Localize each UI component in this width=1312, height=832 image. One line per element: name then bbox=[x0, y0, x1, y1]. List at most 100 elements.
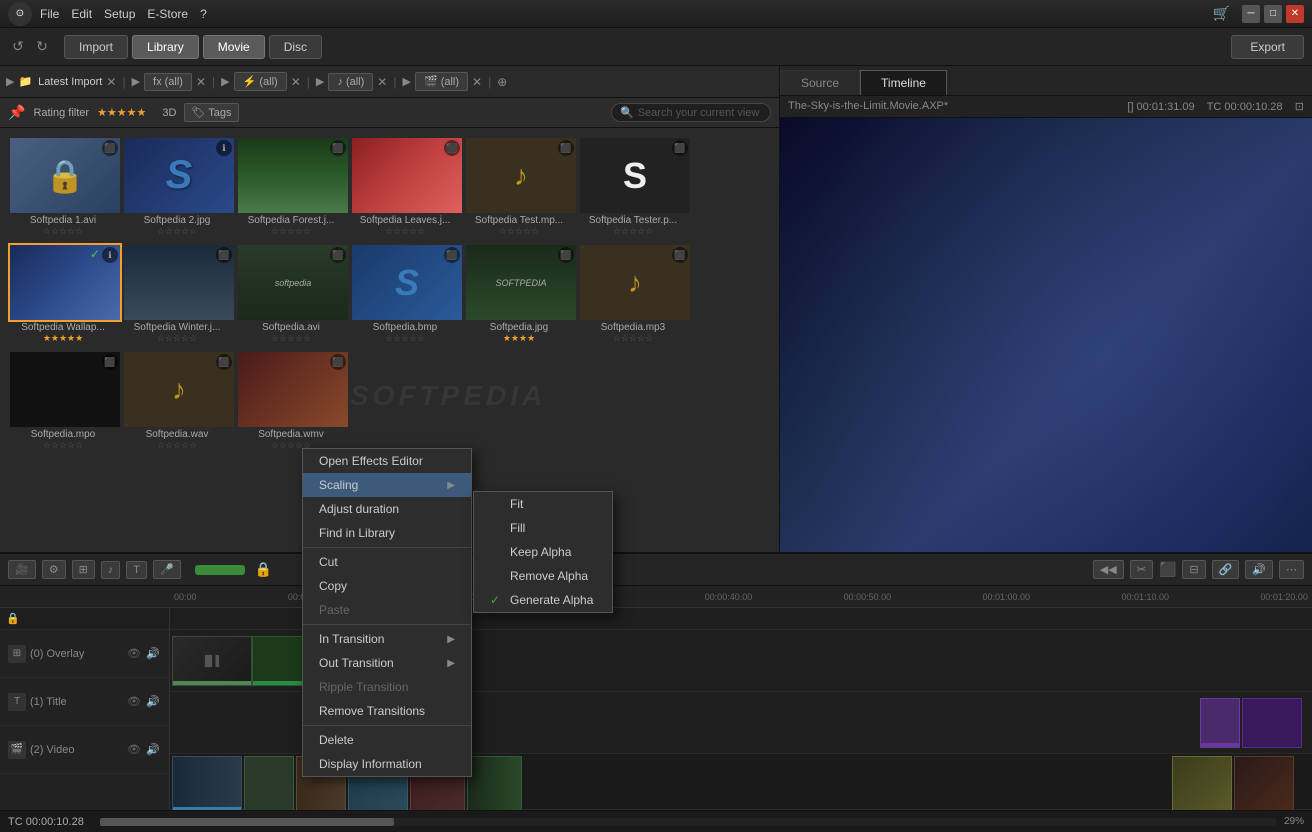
clip-arrow[interactable]: ▶ bbox=[402, 75, 410, 88]
tl-link-btn[interactable]: 🔗 bbox=[1212, 560, 1240, 579]
menu-file[interactable]: File bbox=[40, 7, 59, 21]
lightning-arrow[interactable]: ▶ bbox=[221, 75, 229, 88]
overlay-speaker[interactable]: 🔊 bbox=[145, 646, 161, 662]
minimize-button[interactable]: ─ bbox=[1242, 5, 1260, 23]
ctx-open-effects[interactable]: Open Effects Editor bbox=[303, 449, 471, 473]
media-item[interactable]: S ⬛ Softpedia.bmp ☆☆☆☆☆ bbox=[350, 243, 460, 346]
media-item[interactable]: 🔒 ⬛ Softpedia 1.avi ☆☆☆☆☆ bbox=[8, 136, 118, 239]
media-item[interactable]: ⬛ Softpedia Forest.j... ☆☆☆☆☆ bbox=[236, 136, 346, 239]
lock-icon-row[interactable]: 🔒 bbox=[6, 612, 20, 625]
library-button[interactable]: Library bbox=[132, 35, 199, 59]
ctx-display-information[interactable]: Display Information bbox=[303, 752, 471, 776]
tl-btn-settings[interactable]: ⚙ bbox=[42, 560, 66, 579]
ctx-out-transition[interactable]: Out Transition ▶ bbox=[303, 651, 471, 675]
fx-filter[interactable]: fx (all) bbox=[144, 73, 192, 91]
add-filter[interactable]: ⊕ bbox=[497, 75, 507, 89]
menu-help[interactable]: ? bbox=[200, 7, 207, 21]
video-clip-6[interactable] bbox=[467, 756, 522, 810]
overlay-eye[interactable]: 👁 bbox=[126, 646, 142, 662]
title-eye[interactable]: 👁 bbox=[126, 694, 142, 710]
submenu-generate-alpha[interactable]: ✓ Generate Alpha bbox=[474, 588, 612, 612]
fx-arrow[interactable]: ▶ bbox=[132, 75, 140, 88]
media-item[interactable]: softpedia ⬛ Softpedia.avi ☆☆☆☆☆ bbox=[236, 243, 346, 346]
tl-cut-btn[interactable]: ✂ bbox=[1130, 560, 1153, 579]
disc-button[interactable]: Disc bbox=[269, 35, 322, 59]
video-eye[interactable]: 👁 bbox=[126, 742, 142, 758]
video-clip-2[interactable] bbox=[244, 756, 294, 810]
media-item[interactable]: ♪ ⬛ Softpedia Test.mp... ☆☆☆☆☆ bbox=[464, 136, 574, 239]
pin-icon[interactable]: 📌 bbox=[8, 104, 25, 121]
submenu-fit[interactable]: Fit bbox=[474, 492, 612, 516]
ctx-adjust-duration[interactable]: Adjust duration bbox=[303, 497, 471, 521]
menu-edit[interactable]: Edit bbox=[71, 7, 92, 21]
clip-filter[interactable]: 🎬 (all) bbox=[415, 72, 468, 91]
title-bar-left: ⊙ File Edit Setup E-Store ? bbox=[8, 2, 207, 26]
lightning-close[interactable]: ✕ bbox=[291, 75, 301, 89]
expand-icon[interactable]: ⊡ bbox=[1295, 101, 1304, 113]
title-clip-2[interactable] bbox=[1200, 698, 1240, 748]
export-button[interactable]: Export bbox=[1231, 35, 1304, 59]
tl-join-btn[interactable]: ⊟ bbox=[1182, 560, 1205, 579]
cart-icon[interactable]: 🛒 bbox=[1213, 5, 1230, 23]
media-item[interactable]: ⬛ Softpedia Leaves.j... ☆☆☆☆☆ bbox=[350, 136, 460, 239]
progress-bar[interactable] bbox=[100, 818, 1276, 826]
tl-btn-voice[interactable]: 🎤 bbox=[153, 560, 181, 579]
media-item[interactable]: SOFTPEDIA ⬛ Softpedia.jpg ★★★★ bbox=[464, 243, 574, 346]
overlay-clip-1[interactable]: ▐▌▌ bbox=[172, 636, 252, 686]
latest-import-close[interactable]: ✕ bbox=[106, 75, 116, 89]
timeline-tab[interactable]: Timeline bbox=[860, 70, 947, 95]
rating-stars[interactable]: ★★★★★ bbox=[97, 106, 146, 119]
music-arrow[interactable]: ▶ bbox=[316, 75, 324, 88]
media-item[interactable]: ♪ ⬛ Softpedia.mp3 ☆☆☆☆☆ bbox=[578, 243, 688, 346]
menu-estore[interactable]: E-Store bbox=[147, 7, 188, 21]
undo-button[interactable]: ↺ bbox=[8, 38, 28, 55]
ctx-copy[interactable]: Copy bbox=[303, 574, 471, 598]
tl-btn-view[interactable]: ⊞ bbox=[72, 560, 95, 579]
video-clip-1[interactable] bbox=[172, 756, 242, 810]
media-item[interactable]: S ⬛ Softpedia Tester.p... ☆☆☆☆☆ bbox=[578, 136, 688, 239]
media-item[interactable]: ⬛ Softpedia Winter.j... ☆☆☆☆☆ bbox=[122, 243, 232, 346]
video-speaker[interactable]: 🔊 bbox=[145, 742, 161, 758]
import-button[interactable]: Import bbox=[64, 35, 128, 59]
lightning-filter[interactable]: ⚡ (all) bbox=[234, 72, 287, 91]
title-speaker[interactable]: 🔊 bbox=[145, 694, 161, 710]
submenu-remove-alpha[interactable]: Remove Alpha bbox=[474, 564, 612, 588]
tags-button[interactable]: 🏷 Tags bbox=[184, 103, 238, 122]
tl-btn-music[interactable]: ♪ bbox=[101, 561, 121, 579]
movie-button[interactable]: Movie bbox=[203, 35, 265, 59]
submenu-fill[interactable]: Fill bbox=[474, 516, 612, 540]
tl-nav-prev[interactable]: ◀◀ bbox=[1093, 560, 1124, 579]
tl-vol-btn[interactable]: 🔊 bbox=[1245, 560, 1273, 579]
music-filter[interactable]: ♪ (all) bbox=[328, 73, 373, 91]
ctx-delete[interactable]: Delete bbox=[303, 728, 471, 752]
ctx-in-transition[interactable]: In Transition ▶ bbox=[303, 627, 471, 651]
media-item[interactable]: ♪ ⬛ Softpedia.wav ☆☆☆☆☆ bbox=[122, 350, 232, 453]
title-clip-1[interactable] bbox=[1242, 698, 1302, 748]
menu-setup[interactable]: Setup bbox=[104, 7, 135, 21]
maximize-button[interactable]: □ bbox=[1264, 5, 1282, 23]
media-item[interactable]: S ℹ Softpedia 2.jpg ☆☆☆☆☆ bbox=[122, 136, 232, 239]
ctx-remove-transitions[interactable]: Remove Transitions bbox=[303, 699, 471, 723]
media-item[interactable]: ⬛ Softpedia.wmv ☆☆☆☆☆ bbox=[236, 350, 346, 453]
ctx-cut[interactable]: Cut bbox=[303, 550, 471, 574]
tl-btn-cam[interactable]: 🎥 bbox=[8, 560, 36, 579]
fx-close[interactable]: ✕ bbox=[196, 75, 206, 89]
tl-lock-btn[interactable]: 🔒 bbox=[251, 559, 276, 580]
redo-button[interactable]: ↻ bbox=[32, 38, 52, 55]
tl-more-btn[interactable]: ⋯ bbox=[1279, 560, 1304, 579]
filter-arrow[interactable]: ▶ bbox=[6, 75, 14, 88]
video-clip-8[interactable] bbox=[1234, 756, 1294, 810]
ctx-scaling[interactable]: Scaling ▶ Fit Fill Keep Alpha Remove Alp… bbox=[303, 473, 471, 497]
source-tab[interactable]: Source bbox=[780, 70, 860, 95]
media-item[interactable]: ⬛ Softpedia.mpo ☆☆☆☆☆ bbox=[8, 350, 118, 453]
music-close[interactable]: ✕ bbox=[377, 75, 387, 89]
clip-close[interactable]: ✕ bbox=[472, 75, 482, 89]
submenu-keep-alpha[interactable]: Keep Alpha bbox=[474, 540, 612, 564]
tl-btn-text[interactable]: T bbox=[126, 561, 147, 579]
clip-audio-bar bbox=[173, 681, 251, 685]
ctx-find-library[interactable]: Find in Library bbox=[303, 521, 471, 545]
media-item-selected[interactable]: ✓ ℹ Softpedia Wallap... ★★★★★ bbox=[8, 243, 118, 346]
close-button[interactable]: ✕ bbox=[1286, 5, 1304, 23]
media-thumb: 🔒 ⬛ bbox=[10, 138, 120, 213]
video-clip-7[interactable] bbox=[1172, 756, 1232, 810]
